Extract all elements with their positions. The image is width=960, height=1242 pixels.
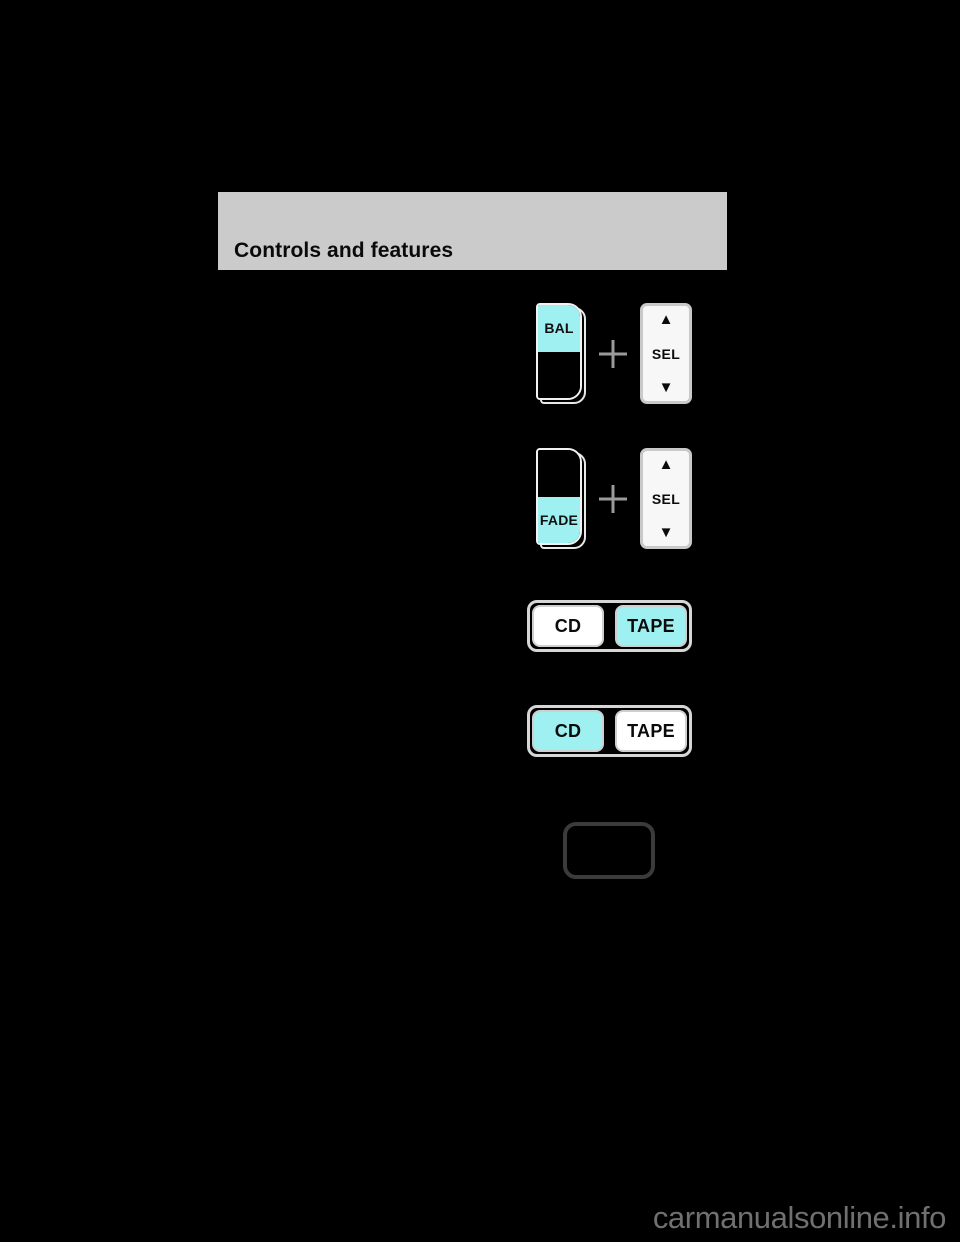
- blank-button-figure: [563, 822, 655, 879]
- bal-button-label: BAL: [538, 305, 580, 352]
- sel-button-fade[interactable]: ▲ SEL ▼: [640, 448, 692, 549]
- site-watermark: carmanualsonline.info: [652, 1200, 947, 1235]
- fade-button-label: FADE: [538, 496, 580, 543]
- cd-key[interactable]: CD: [532, 710, 604, 752]
- fade-button[interactable]: FADE: [536, 448, 586, 549]
- blank-button[interactable]: [563, 822, 655, 879]
- plus-operator-icon: [596, 337, 630, 371]
- sel-button-label: SEL: [651, 345, 681, 362]
- chevron-up-icon[interactable]: ▲: [659, 457, 674, 472]
- tape-selected-figure: CD TAPE: [527, 600, 692, 652]
- chevron-down-icon[interactable]: ▼: [659, 525, 674, 540]
- cd-selected-figure: CD TAPE: [527, 705, 692, 757]
- fade-figure: FADE ▲ SEL ▼: [536, 448, 692, 549]
- chevron-down-icon[interactable]: ▼: [659, 380, 674, 395]
- sel-button-label: SEL: [651, 490, 681, 507]
- tape-key[interactable]: TAPE: [615, 605, 687, 647]
- source-key-pair: CD TAPE: [527, 705, 692, 757]
- balance-figure: BAL ▲ SEL ▼: [536, 303, 692, 404]
- chevron-up-icon[interactable]: ▲: [659, 312, 674, 327]
- bal-button[interactable]: BAL: [536, 303, 586, 404]
- fade-button-dark-half: [538, 450, 580, 497]
- tape-key[interactable]: TAPE: [615, 710, 687, 752]
- plus-operator-icon: [596, 482, 630, 516]
- source-key-pair: CD TAPE: [527, 600, 692, 652]
- cd-key[interactable]: CD: [532, 605, 604, 647]
- bal-button-dark-half: [538, 351, 580, 398]
- bal-button-body: BAL: [536, 303, 582, 400]
- fade-button-body: FADE: [536, 448, 582, 545]
- page-root: Controls and features BAL ▲ SEL ▼ FADE ▲…: [0, 0, 960, 1242]
- figure-column: BAL ▲ SEL ▼ FADE ▲ SEL ▼ CD TAPE CD TAPE: [0, 0, 960, 1242]
- sel-button-balance[interactable]: ▲ SEL ▼: [640, 303, 692, 404]
